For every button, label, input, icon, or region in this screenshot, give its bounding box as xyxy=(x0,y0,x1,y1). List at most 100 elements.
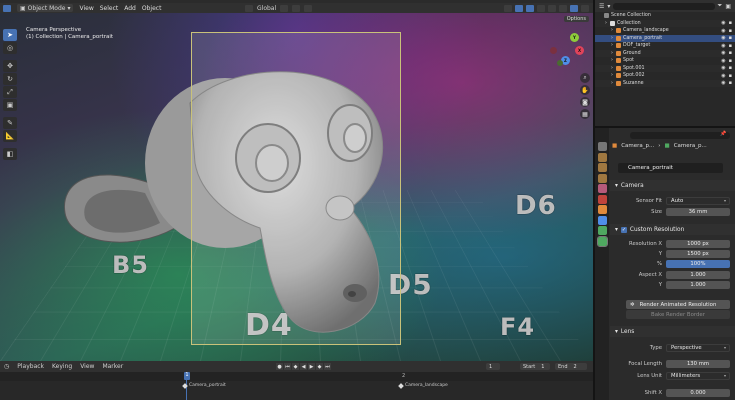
jump-start-icon[interactable]: ⏮ xyxy=(284,363,291,370)
timeline-editor[interactable]: ◷ Playback Keying View Marker ● ⏮ ◆ ◀ ▶ … xyxy=(0,361,593,400)
render-camera-icon[interactable]: ▪ xyxy=(729,43,732,49)
shift-x-field[interactable]: 0.000 xyxy=(666,388,730,397)
render-camera-icon[interactable]: ▪ xyxy=(729,65,732,71)
menu-object[interactable]: Object xyxy=(142,5,162,12)
resolution-percent-slider[interactable]: 100% xyxy=(666,259,730,268)
gizmo-y-icon[interactable]: Y xyxy=(570,33,579,42)
pin-icon[interactable]: 📌 xyxy=(720,131,726,137)
frame-ruler[interactable]: 2 xyxy=(0,372,593,381)
outliner-item[interactable]: › Spot.002 ◉ ▪ xyxy=(595,72,735,80)
snap-icon[interactable] xyxy=(292,4,301,12)
outliner-item[interactable]: › DOF_target ◉ ▪ xyxy=(595,42,735,50)
custom-resolution-checkbox[interactable]: ✓ xyxy=(620,226,627,233)
options-dropdown[interactable]: Options xyxy=(563,16,589,22)
timeline-editor-icon[interactable]: ◷ xyxy=(4,363,9,370)
outliner-item[interactable]: › Suzanne ◉ ▪ xyxy=(595,79,735,87)
sensor-fit-dropdown[interactable]: Auto ▾ xyxy=(666,196,730,205)
menu-view[interactable]: View xyxy=(80,363,94,370)
xray-icon[interactable] xyxy=(537,4,545,12)
render-tab-icon[interactable] xyxy=(597,152,607,162)
menu-keying[interactable]: Keying xyxy=(52,363,72,370)
prev-key-icon[interactable]: ◆ xyxy=(292,363,299,370)
next-key-icon[interactable]: ◆ xyxy=(316,363,323,370)
focal-length-field[interactable]: 130 mm xyxy=(666,359,730,368)
shading-wire-icon[interactable] xyxy=(548,4,556,12)
pivot-icon[interactable] xyxy=(280,4,289,12)
render-camera-icon[interactable]: ▪ xyxy=(729,35,732,41)
eye-icon[interactable]: ◉ xyxy=(721,50,725,56)
outliner-item[interactable]: › Spot ◉ ▪ xyxy=(595,57,735,65)
navigation-gizmo[interactable]: X Y Z xyxy=(549,32,585,68)
lens-panel-header[interactable]: ▾ Lens xyxy=(610,326,735,337)
jump-end-icon[interactable]: ⏭ xyxy=(324,363,331,370)
timeline-marker[interactable]: Camera_portrait xyxy=(182,382,226,389)
current-frame-field[interactable]: 1 xyxy=(486,363,500,370)
play-reverse-icon[interactable]: ◀ xyxy=(300,363,307,370)
zoom-icon[interactable]: ⌕ xyxy=(580,73,590,83)
bake-render-border-button[interactable]: Bake Render Border xyxy=(626,310,730,319)
camera-datablock-field[interactable]: Camera_portrait xyxy=(618,163,723,173)
orientation-label[interactable]: Global xyxy=(257,5,276,12)
orientation-icon[interactable] xyxy=(245,4,253,12)
eye-icon[interactable]: ◉ xyxy=(721,80,725,86)
rotate-tool-icon[interactable]: ↻ xyxy=(3,73,17,85)
resolution-y-field[interactable]: 1500 px xyxy=(666,249,730,258)
eye-icon[interactable]: ◉ xyxy=(721,43,725,49)
render-camera-icon[interactable]: ▪ xyxy=(729,73,732,79)
size-field[interactable]: 36 mm xyxy=(666,207,730,216)
outliner-item[interactable]: › Camera_portrait ◉ ▪ xyxy=(595,34,735,42)
outliner-editor-icon[interactable]: ☰ xyxy=(599,3,604,10)
transform-tool-icon[interactable]: ▣ xyxy=(3,99,17,111)
outliner-item[interactable]: › Camera_landscape ◉ ▪ xyxy=(595,27,735,35)
annotate-tool-icon[interactable]: ✎ xyxy=(3,117,17,129)
move-tool-icon[interactable]: ✥ xyxy=(3,60,17,72)
eye-icon[interactable]: ◉ xyxy=(721,35,725,41)
output-tab-icon[interactable] xyxy=(597,163,607,172)
shading-solid-icon[interactable] xyxy=(559,4,567,12)
eye-icon[interactable]: ◉ xyxy=(721,73,725,79)
shading-rendered-icon[interactable] xyxy=(581,4,589,12)
scale-tool-icon[interactable]: ⤢ xyxy=(3,86,17,98)
pan-hand-icon[interactable]: ✋ xyxy=(580,85,590,95)
outliner-search-input[interactable] xyxy=(613,2,715,10)
menu-marker[interactable]: Marker xyxy=(102,363,123,370)
constraint-tab-icon[interactable] xyxy=(597,226,607,235)
object-tab-icon[interactable] xyxy=(597,205,607,214)
playhead[interactable]: 1 xyxy=(184,372,190,380)
camera-data-tab-icon[interactable] xyxy=(596,235,608,247)
menu-add[interactable]: Add xyxy=(124,5,136,12)
display-mode-icon[interactable]: ▾ xyxy=(607,3,610,10)
camera-view-icon[interactable]: ◙ xyxy=(580,97,590,107)
scene-tab-icon[interactable] xyxy=(597,184,607,193)
menu-playback[interactable]: Playback xyxy=(17,363,44,370)
overlay-toggle-icon[interactable] xyxy=(526,4,534,12)
measure-tool-icon[interactable]: 📐 xyxy=(3,130,17,142)
cursor-tool-icon[interactable]: ◎ xyxy=(3,42,17,54)
aspect-y-field[interactable]: 1.000 xyxy=(666,280,730,289)
properties-editor[interactable]: 📌 ■ Camera_p... › ■ Camera_p... Camera_p… xyxy=(595,128,735,400)
new-collection-icon[interactable]: ▣ xyxy=(725,3,731,10)
lens-unit-dropdown[interactable]: Millimeters ▾ xyxy=(666,371,730,380)
gizmo-x-icon[interactable]: X xyxy=(575,46,584,55)
visibility-icon[interactable] xyxy=(504,4,512,12)
resolution-x-field[interactable]: 1000 px xyxy=(666,239,730,248)
render-camera-icon[interactable]: ▪ xyxy=(729,80,732,86)
render-camera-icon[interactable]: ▪ xyxy=(729,20,732,26)
render-animated-resolution-button[interactable]: ✲ Render Animated Resolution xyxy=(626,300,730,309)
aspect-x-field[interactable]: 1.000 xyxy=(666,270,730,279)
filter-icon[interactable]: ⏷ xyxy=(718,2,723,10)
timeline-marker[interactable]: Camera_landscape xyxy=(398,382,448,389)
play-icon[interactable]: ▶ xyxy=(308,363,315,370)
mode-selector[interactable]: ▣ Object Mode ▾ xyxy=(17,4,74,12)
outliner-item[interactable]: Scene Collection xyxy=(595,12,735,20)
render-camera-icon[interactable]: ▪ xyxy=(729,58,732,64)
3d-viewport[interactable]: B5 D5 D4 D6 F4 Camera Perspective (1) Co… xyxy=(0,13,593,361)
outliner-item[interactable]: › Spot.001 ◉ ▪ xyxy=(595,64,735,72)
proportional-edit-icon[interactable] xyxy=(304,4,313,12)
modifier-tab-icon[interactable] xyxy=(597,215,607,225)
custom-resolution-panel-header[interactable]: ▾ ✓ Custom Resolution xyxy=(610,224,735,235)
properties-search-input[interactable] xyxy=(630,132,730,139)
tool-tab-icon[interactable] xyxy=(597,142,607,151)
outliner-item[interactable]: › Ground ◉ ▪ xyxy=(595,49,735,57)
record-icon[interactable]: ● xyxy=(276,363,283,370)
